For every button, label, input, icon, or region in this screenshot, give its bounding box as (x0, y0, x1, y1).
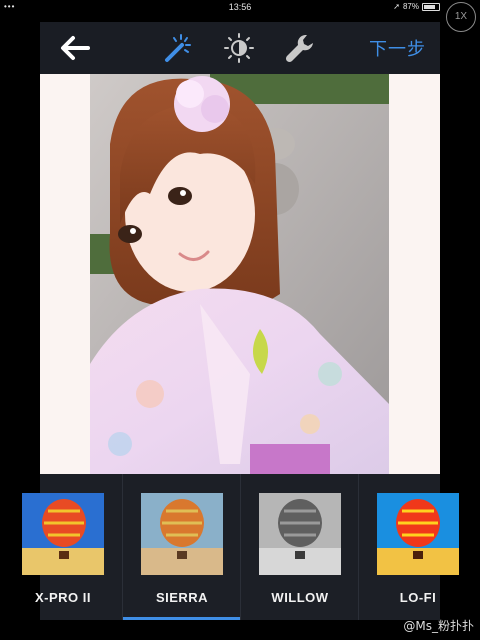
edited-photo (90, 74, 389, 474)
filter-label: LO-FI (399, 590, 437, 605)
location-icon: ➚ (393, 2, 400, 11)
balloon-thumbnail (141, 493, 223, 575)
photo-canvas (40, 74, 440, 474)
filter-label: WILLOW (271, 590, 329, 605)
wrench-icon[interactable] (284, 32, 316, 64)
battery-percent: 87% (402, 2, 419, 11)
balloon-thumbnail (259, 493, 341, 575)
brightness-icon[interactable] (223, 32, 255, 64)
magic-wand-icon[interactable] (162, 32, 194, 64)
back-arrow-icon[interactable] (58, 34, 92, 62)
battery-icon (422, 3, 440, 11)
filter-label: SIERRA (155, 590, 209, 605)
status-bar: ••• 13:56 ➚ 87% (0, 0, 480, 14)
zoom-badge[interactable]: 1X (446, 2, 476, 32)
filter-sierra[interactable]: SIERRA (123, 474, 241, 620)
filter-willow[interactable]: WILLOW (241, 474, 359, 620)
filter-label: X-PRO II (34, 590, 91, 605)
filter-lofi[interactable]: LO-FI (359, 474, 477, 620)
editor-toolbar: 下一步 (40, 22, 440, 74)
watermark-text: @Ms_粉扑扑 (403, 619, 474, 633)
filter-strip: X-PRO II SIERRA WILLOW LO-FI (22, 474, 459, 620)
balloon-thumbnail (377, 493, 459, 575)
status-right: ➚ 87% (393, 0, 440, 14)
photo-editor: 下一步 X-PRO II SIERRA WILLOW LO-FI (22, 22, 459, 620)
balloon-thumbnail (22, 493, 104, 575)
filter-xpro[interactable]: X-PRO II (4, 474, 122, 620)
next-step-button[interactable]: 下一步 (369, 35, 426, 61)
